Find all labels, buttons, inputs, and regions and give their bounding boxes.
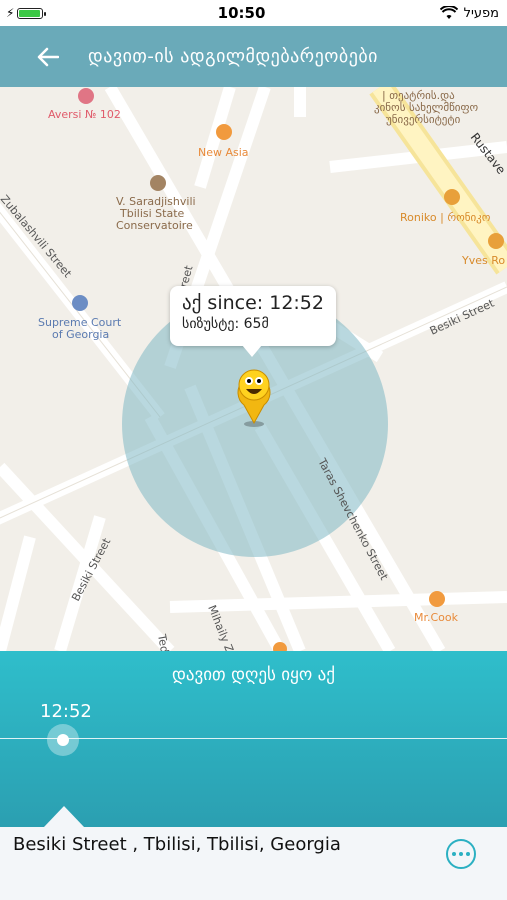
wifi-icon (439, 6, 458, 19)
back-button[interactable] (28, 37, 68, 77)
street-label-ted: Ted (155, 632, 171, 651)
panel-pointer (44, 806, 84, 827)
map-view[interactable]: Zubalashvili Street Besiki Street Besiki… (0, 87, 507, 651)
poi-label-mr-cook: Mr.Cook (414, 611, 459, 624)
status-bar: ⚡ 10:50 מפעיל (0, 0, 507, 26)
more-options-icon-dot (466, 852, 470, 856)
more-options-button[interactable] (446, 839, 476, 869)
poi-label-roniko: Roniko | რონიკო (400, 211, 491, 224)
shop-icon (444, 189, 460, 205)
page-title: დავით-ის ადგილმდებარეობები (88, 46, 378, 67)
callout-since: აქ since: 12:52 (182, 292, 324, 314)
charging-icon: ⚡ (6, 6, 15, 20)
battery-icon (17, 7, 47, 19)
restaurant-icon (216, 124, 232, 140)
court-icon (72, 295, 88, 311)
battery-indicator: ⚡ (0, 6, 47, 20)
app-header: დავით-ის ადგილმდებარეობები (0, 26, 507, 87)
school-icon (150, 175, 166, 191)
poi-label-yves: Yves Ro (461, 254, 505, 267)
poi-label-theatre-3: უნივერსიტეტი (386, 113, 461, 126)
poi-supreme-court[interactable]: Supreme Court of Georgia (38, 295, 122, 341)
poi-label-new-asia: New Asia (198, 146, 249, 159)
poi-theatre-university[interactable]: | თეატრის.და კინოს სახელმწიფო უნივერსიტე… (374, 89, 479, 126)
poi-label-supreme-court-2: of Georgia (52, 328, 109, 341)
status-time: 10:50 (217, 4, 266, 22)
address-text: Besiki Street , Tbilisi, Tbilisi, Georgi… (13, 834, 341, 855)
slider-handle-dot (57, 734, 69, 746)
arrow-left-icon (37, 47, 59, 66)
pharmacy-icon (78, 88, 94, 104)
shop-icon (488, 233, 504, 249)
poi-label-conservatoire-3: Conservatoire (116, 219, 193, 232)
map-canvas: Zubalashvili Street Besiki Street Besiki… (0, 87, 507, 651)
timeline-slider-handle[interactable] (47, 724, 79, 756)
timeline-panel: დავით დღეს იყო აქ 12:52 (0, 651, 507, 827)
more-options-icon-dot (459, 852, 463, 856)
location-callout[interactable]: აქ since: 12:52 სიზუსტე: 65მ (170, 286, 336, 357)
address-bar: Besiki Street , Tbilisi, Tbilisi, Georgi… (0, 827, 507, 900)
restaurant-icon (429, 591, 445, 607)
carrier-name: מפעיל (463, 5, 499, 21)
callout-accuracy: სიზუსტე: 65მ (182, 316, 269, 332)
more-options-icon (452, 852, 456, 856)
poi-label-aversi: Aversi № 102 (48, 108, 121, 121)
poi-conservatoire[interactable]: V. Saradjishvili Tbilisi State Conservat… (116, 175, 196, 232)
battery-fill (19, 9, 41, 17)
timeline-time-label: 12:52 (40, 701, 92, 722)
panel-title: დავით დღეს იყო აქ (172, 665, 335, 685)
